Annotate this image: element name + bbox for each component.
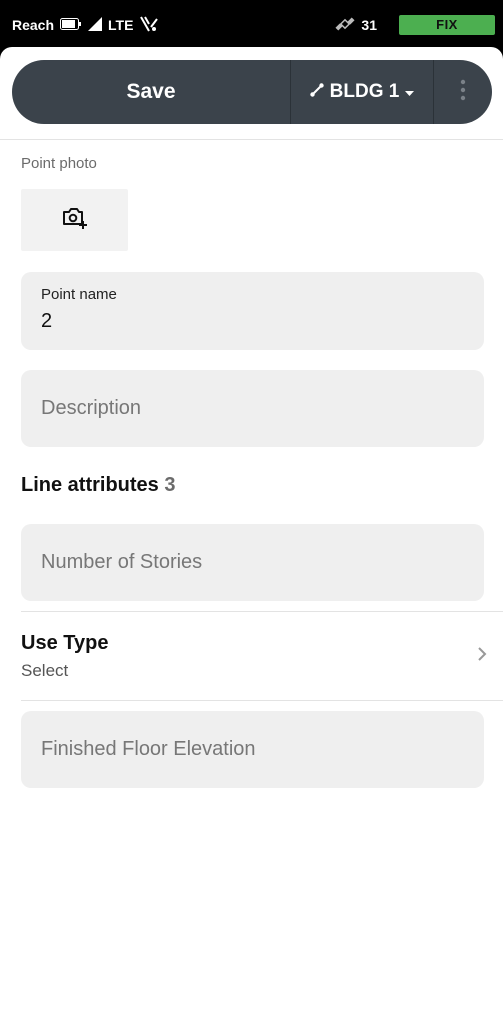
carrier-label: Reach — [12, 17, 55, 33]
caret-down-icon — [405, 81, 415, 103]
point-photo-label: Point photo — [21, 155, 97, 172]
point-name-field[interactable]: Point name 2 — [21, 272, 484, 350]
point-editor-sheet: Save BLDG 1 Point photo Point name 2 Des… — [0, 47, 503, 1024]
signal-icon — [88, 16, 103, 34]
battery-icon — [60, 17, 82, 33]
use-type-value: Select — [21, 661, 69, 680]
use-type-selector[interactable]: Use Type Select — [0, 614, 503, 700]
section-divider — [21, 611, 503, 612]
layer-selector-button[interactable]: BLDG 1 — [290, 60, 434, 124]
description-placeholder: Description — [41, 397, 142, 419]
fix-status-badge: FIX — [399, 15, 495, 35]
layer-label: BLDG 1 — [329, 81, 400, 102]
use-type-title: Use Type — [21, 632, 109, 654]
description-field[interactable]: Description — [21, 370, 484, 447]
more-options-button[interactable] — [434, 60, 492, 124]
status-left: Reach LTE — [12, 15, 159, 35]
status-right: 31 FIX — [335, 14, 495, 36]
finished-floor-elevation-field[interactable]: Finished Floor Elevation — [21, 711, 484, 788]
add-photo-icon — [61, 206, 89, 235]
status-bar: Reach LTE 31 FIX — [0, 0, 503, 48]
point-name-label: Point name — [41, 286, 117, 303]
more-vertical-icon — [460, 79, 466, 106]
gps-correction-icon — [139, 15, 159, 36]
toolbar: Save BLDG 1 — [12, 60, 492, 124]
line-attributes-count: 3 — [164, 474, 176, 496]
finished-floor-elevation-placeholder: Finished Floor Elevation — [41, 738, 256, 760]
save-button[interactable]: Save — [12, 60, 290, 124]
number-of-stories-placeholder: Number of Stories — [41, 551, 203, 573]
point-name-value[interactable]: 2 — [41, 310, 52, 333]
number-of-stories-field[interactable]: Number of Stories — [21, 524, 484, 601]
satellite-count: 31 — [361, 17, 377, 33]
section-divider — [21, 700, 503, 701]
chevron-right-icon — [477, 646, 487, 667]
line-layer-icon — [309, 81, 324, 103]
satellite-icon — [335, 14, 355, 37]
line-attributes-title: Line attributes — [21, 474, 159, 496]
header-divider — [0, 139, 503, 140]
add-photo-button[interactable] — [21, 189, 128, 251]
network-label: LTE — [108, 17, 134, 33]
line-attributes-heading: Line attributes 3 — [21, 474, 175, 497]
